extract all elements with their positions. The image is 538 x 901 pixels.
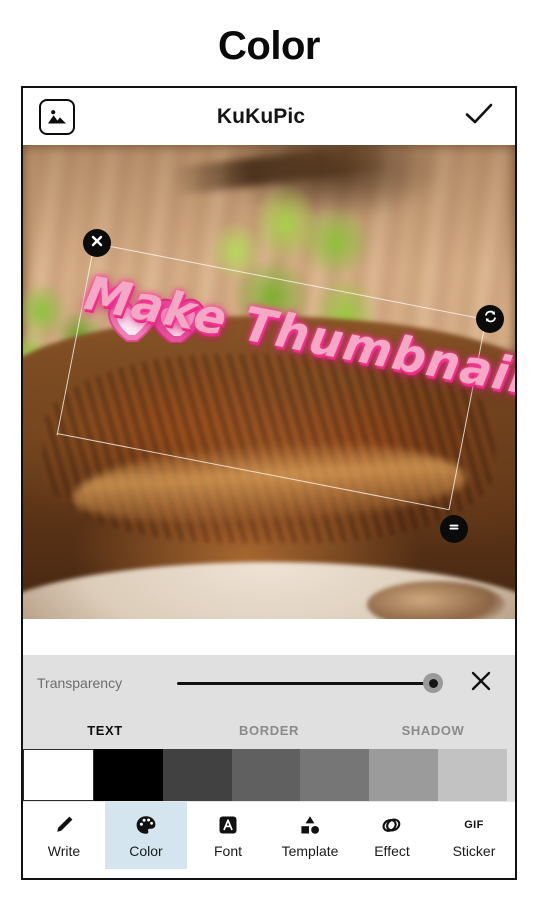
swatch-gray-2[interactable] [231, 749, 301, 801]
nav-label-sticker: Sticker [452, 842, 496, 859]
nav-item-write[interactable]: Write [23, 802, 105, 869]
equals-icon [447, 520, 461, 539]
check-icon [465, 103, 493, 130]
gif-icon: GIF [464, 813, 484, 837]
transparency-slider[interactable] [169, 669, 461, 697]
rotate-handle[interactable] [476, 305, 504, 333]
swatch-white[interactable] [23, 749, 94, 801]
slider-thumb[interactable] [423, 673, 443, 693]
swatch-gray-3[interactable] [300, 749, 370, 801]
tab-text[interactable]: TEXT [23, 711, 187, 749]
nav-item-sticker[interactable]: GIF Sticker [433, 802, 515, 869]
swatch-gray-4[interactable] [369, 749, 439, 801]
nav-label-color: Color [129, 842, 163, 859]
color-swatch-strip [23, 749, 515, 801]
rotate-icon [483, 309, 498, 329]
transparency-panel: Transparency TEXT BORDER SHADOW [23, 655, 515, 749]
slider-track [177, 681, 433, 685]
page-title: Color [218, 24, 320, 68]
nav-label-template: Template [281, 842, 339, 859]
palette-icon [135, 813, 157, 837]
pencil-icon [53, 813, 75, 837]
nav-item-effect[interactable]: Effect [351, 802, 433, 869]
photo-canvas[interactable]: Make Thumbnails [23, 145, 515, 619]
bottom-nav: Write Color Font Template Effect GIF Sti… [23, 801, 515, 869]
shapes-icon [298, 813, 322, 837]
confirm-button[interactable] [459, 97, 499, 137]
canvas-spacer [23, 619, 515, 655]
tab-shadow[interactable]: SHADOW [351, 711, 515, 749]
app-title: KuKuPic [216, 104, 306, 128]
swatch-gray-5[interactable] [438, 749, 508, 801]
close-panel-button[interactable] [461, 670, 501, 697]
transparency-row: Transparency [23, 655, 515, 711]
transparency-label: Transparency [37, 675, 123, 691]
delete-handle[interactable] [83, 229, 111, 257]
nav-item-color[interactable]: Color [105, 802, 187, 869]
close-icon [470, 670, 492, 697]
text-sticker-overlay[interactable]: Make Thumbnails [80, 266, 515, 425]
nav-label-font: Font [213, 842, 242, 859]
swatch-black[interactable] [93, 749, 163, 801]
resize-handle[interactable] [440, 515, 468, 543]
gif-badge-text: GIF [464, 818, 484, 831]
swatch-gray-1[interactable] [162, 749, 232, 801]
layers-icon [380, 813, 404, 837]
style-tabs: TEXT BORDER SHADOW [23, 711, 515, 749]
app-header: KuKuPic [23, 88, 515, 145]
nav-item-template[interactable]: Template [269, 802, 351, 869]
close-icon [90, 234, 104, 253]
phone-frame: KuKuPic Make Thumbnails Transparency TEX… [21, 86, 517, 880]
tab-border[interactable]: BORDER [187, 711, 351, 749]
nav-label-effect: Effect [374, 842, 410, 859]
nav-item-font[interactable]: Font [187, 802, 269, 869]
font-a-icon [217, 813, 239, 837]
screenshot-root: Color KuKuPic Make Thumbnails Transparen… [0, 0, 538, 901]
nav-label-write: Write [47, 842, 81, 859]
